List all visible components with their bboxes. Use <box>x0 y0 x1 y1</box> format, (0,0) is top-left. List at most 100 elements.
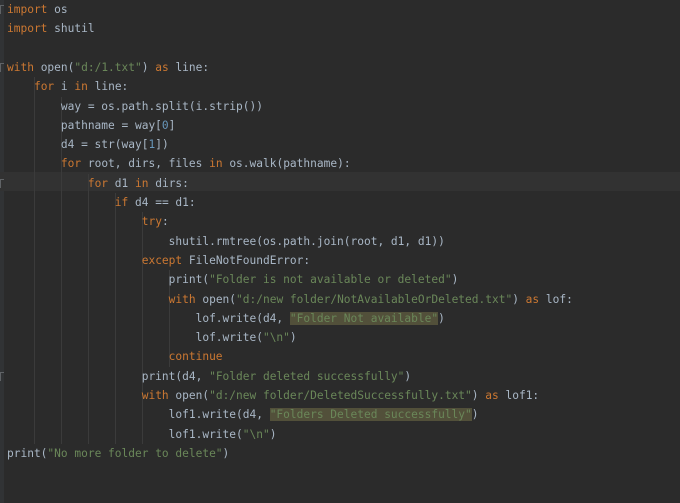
code-token: except <box>141 253 183 267</box>
code-line[interactable]: for i in line: <box>7 77 128 96</box>
code-line[interactable]: for d1 in dirs: <box>7 174 189 193</box>
code-token: for <box>33 80 55 94</box>
code-token: ]) <box>155 138 169 152</box>
code-token: shutil <box>47 22 95 36</box>
code-token: lof1: <box>498 389 540 402</box>
code-line[interactable]: lof1.write(d4, "Folders Deleted successf… <box>7 405 479 424</box>
code-token: pathname = way[ <box>7 118 162 132</box>
code-line[interactable]: import shutil <box>7 19 95 38</box>
code-token: way = os.path.split(i.strip()) <box>7 99 263 113</box>
code-token: import <box>7 3 48 16</box>
code-token: FileNotFoundError: <box>182 253 311 267</box>
code-token: print(d4, <box>7 369 210 383</box>
code-line[interactable]: with open("d:/new folder/DeletedSuccessf… <box>7 386 539 405</box>
code-token: ) <box>269 427 277 441</box>
code-token: ) <box>438 311 445 325</box>
code-token: try <box>141 215 162 229</box>
code-token: i <box>54 80 75 94</box>
code-token: in <box>135 176 149 190</box>
code-line[interactable]: for root, dirs, files in os.walk(pathnam… <box>7 154 351 173</box>
code-editor[interactable]: import os import shutil with open("d:/1.tx… <box>0 0 680 503</box>
code-line[interactable]: lof1.write("\n") <box>7 425 277 444</box>
code-token: ) <box>471 389 486 402</box>
code-token: "\n" <box>262 331 290 345</box>
code-token: shutil.rmtree(os.path.join(root, d1, d1)… <box>7 234 445 248</box>
code-token: dirs: <box>148 176 189 190</box>
code-token: open( <box>195 292 237 306</box>
code-line[interactable]: lof.write("\n") <box>7 328 297 347</box>
code-token: open( <box>33 60 75 74</box>
code-line[interactable]: try: <box>7 212 169 231</box>
code-line[interactable]: lof.write(d4, "Folder Not available") <box>7 309 445 328</box>
code-line[interactable]: with open("d:/new folder/NotAvailableOrD… <box>7 290 573 309</box>
code-token: with <box>141 389 169 402</box>
code-line[interactable]: way = os.path.split(i.strip()) <box>7 97 263 116</box>
code-token: as <box>525 292 540 306</box>
code-line[interactable]: import os <box>7 0 68 19</box>
code-token: "Folder is not available or deleted" <box>209 273 452 287</box>
code-token: "Folder Not available" <box>289 311 439 325</box>
code-token: line: <box>87 80 129 94</box>
fold-marker-icon[interactable] <box>0 178 4 188</box>
code-token: print( <box>7 273 210 287</box>
code-token: "Folders Deleted successfully" <box>269 408 472 422</box>
code-line[interactable]: except FileNotFoundError: <box>7 251 310 270</box>
code-token: "\n" <box>242 427 270 441</box>
code-token: ) <box>141 60 156 74</box>
code-token: as <box>485 389 499 402</box>
fold-marker-icon[interactable] <box>0 62 4 72</box>
code-line[interactable]: print(d4, "Folder deleted successfully") <box>7 367 411 386</box>
code-token: ) <box>512 292 526 306</box>
code-line[interactable]: pathname = way[0] <box>7 116 176 135</box>
code-token: for <box>60 157 82 171</box>
code-token: open( <box>168 389 210 402</box>
code-token: d1 <box>108 176 135 190</box>
code-line[interactable]: d4 = str(way[1]) <box>7 135 169 154</box>
code-token: d4 == d1: <box>128 196 196 209</box>
fold-marker-icon[interactable] <box>0 371 4 381</box>
code-token: root, dirs, files <box>81 157 210 171</box>
code-token: d4 = str(way[ <box>7 138 149 152</box>
gutter <box>0 0 4 503</box>
code-token: if <box>114 196 129 209</box>
code-line[interactable]: shutil.rmtree(os.path.join(root, d1, d1)… <box>7 232 445 251</box>
code-token: ) <box>451 273 459 287</box>
code-token: ) <box>222 446 230 460</box>
code-token: lof1.write(d4, <box>7 408 270 422</box>
code-token: with <box>7 60 34 74</box>
code-token: line: <box>168 60 210 74</box>
code-token: lof1.write( <box>7 427 243 441</box>
code-token: os <box>47 3 68 16</box>
code-token: os.walk(pathname): <box>222 157 351 171</box>
code-token: 0 <box>161 118 169 132</box>
code-line[interactable]: print("Folder is not available or delete… <box>7 270 459 289</box>
code-line[interactable]: if d4 == d1: <box>7 193 196 212</box>
code-token: lof.write( <box>7 331 263 345</box>
code-line[interactable]: continue <box>7 347 223 366</box>
code-token: with <box>168 292 196 306</box>
code-line[interactable]: print("No more folder to delete") <box>7 444 229 463</box>
code-line[interactable]: with open("d:/1.txt") as line: <box>7 58 209 77</box>
code-token: "d:/new folder/NotAvailableOrDeleted.txt… <box>236 292 513 306</box>
code-token: ) <box>404 369 412 383</box>
code-token: for <box>87 176 109 190</box>
code-token: ) <box>471 408 479 422</box>
code-token: in <box>74 80 88 94</box>
code-token: ) <box>289 331 297 345</box>
code-token: lof.write(d4, <box>7 311 290 325</box>
fold-marker-icon[interactable] <box>0 5 4 14</box>
code-token: print( <box>7 446 48 460</box>
code-token: "Folder deleted successfully" <box>209 369 405 383</box>
code-token: continue <box>168 350 223 364</box>
code-token: : <box>161 215 169 229</box>
code-token: in <box>209 157 223 171</box>
code-token: "d:/1.txt" <box>74 60 142 74</box>
